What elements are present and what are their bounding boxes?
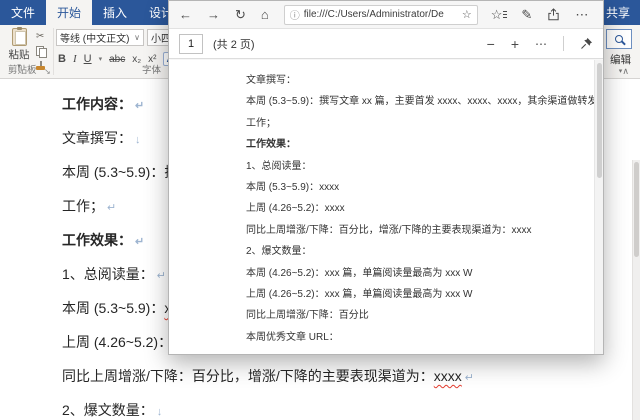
zoom-out-icon[interactable]: − bbox=[487, 37, 495, 51]
page-count-label: (共 2 页) bbox=[213, 38, 255, 51]
pdf-zoom-controls: − + ⋯ bbox=[487, 36, 593, 51]
scrollbar-thumb[interactable] bbox=[596, 63, 602, 178]
pdf-line: 工作效果： bbox=[246, 139, 296, 151]
pdf-line: 文章撰写： bbox=[246, 75, 296, 86]
bold-button[interactable]: B bbox=[58, 53, 66, 65]
paragraph-mark: ↵ bbox=[464, 372, 474, 384]
pdf-line: 同比上周增涨/下降：百分比 bbox=[246, 310, 369, 322]
tab-insert[interactable]: 插入 bbox=[92, 0, 138, 25]
font-name-combobox[interactable]: 等线 (中文正文) ∨ bbox=[56, 29, 144, 46]
group-divider bbox=[53, 28, 54, 75]
paragraph-mark: ↵ bbox=[107, 202, 117, 214]
favorites-hub-button[interactable]: ☆ bbox=[491, 8, 508, 21]
screen: 文件 开始 插入 设计 布局 共享 粘贴 ▾ ✂ 剪贴板 ↘ bbox=[0, 0, 640, 420]
pin-icon bbox=[581, 37, 593, 49]
cut-button[interactable]: ✂ bbox=[36, 30, 44, 42]
clipboard-group-label: 剪贴板 bbox=[8, 65, 37, 76]
address-url: file:///C:/Users/Administrator/De bbox=[303, 9, 444, 20]
hub-star-icon: ☆ bbox=[490, 7, 503, 22]
pdf-line: 2、爆文数量： bbox=[246, 246, 312, 258]
pdf-line: 1 bbox=[169, 348, 603, 354]
pdf-line: 同比上周增涨/下降：百分比，增涨/下降的主要表现渠道为：xxxx bbox=[246, 224, 532, 236]
tab-file[interactable]: 文件 bbox=[0, 0, 46, 25]
clipboard-tools: ✂ bbox=[36, 30, 47, 72]
clipboard-paste-icon bbox=[11, 27, 27, 46]
subscript-button[interactable]: x₂ bbox=[132, 54, 141, 65]
pdf-more-options-icon[interactable]: ⋯ bbox=[535, 38, 547, 50]
paragraph-mark: ↵ bbox=[156, 270, 167, 282]
clipboard-dialog-launcher[interactable]: ↘ bbox=[44, 67, 51, 76]
pdf-line: 上周 (4.26~5.2)：xxxx bbox=[246, 203, 345, 215]
chevron-down-icon: ∨ bbox=[134, 33, 140, 42]
pdf-line: 本周优秀文章 URL： bbox=[246, 331, 339, 343]
toolbar-divider bbox=[563, 36, 564, 51]
share-label: 共享 bbox=[605, 6, 630, 20]
favorite-star-icon[interactable]: ☆ bbox=[462, 8, 472, 21]
copy-icon bbox=[36, 45, 47, 58]
more-options-icon[interactable]: ⋯ bbox=[575, 8, 588, 21]
site-info-icon[interactable]: ⓘ bbox=[290, 7, 300, 22]
pdf-text: 文章撰写： 本周 (5.3~5.9)：撰写文章 xx 篇，主要首发 xxxx、x… bbox=[169, 60, 603, 354]
doc-line: 同比上周增涨/下降：百分比，增涨/下降的主要表现渠道为：xxxx ↵ bbox=[62, 368, 474, 384]
page-number-input[interactable]: 1 bbox=[179, 33, 203, 54]
word-vertical-scrollbar[interactable] bbox=[632, 160, 640, 420]
address-bar[interactable]: ⓘ file:///C:/Users/Administrator/De ☆ bbox=[283, 4, 478, 25]
edge-navigation-bar: ← → ↻ ⌂ ⓘ file:///C:/Users/Administrator… bbox=[169, 1, 603, 29]
doc-line: 2、爆文数量： ↓ bbox=[62, 402, 163, 418]
pin-toolbar-button[interactable] bbox=[580, 37, 593, 50]
strikethrough-button[interactable]: abc bbox=[109, 54, 125, 65]
italic-button[interactable]: I bbox=[73, 53, 77, 65]
zoom-in-icon[interactable]: + bbox=[511, 37, 519, 51]
refresh-icon[interactable]: ↻ bbox=[235, 8, 246, 21]
annotate-pen-icon[interactable]: ✎ bbox=[521, 8, 532, 21]
editing-label: 编辑 bbox=[610, 54, 631, 66]
pdf-line: 本周 (5.3~5.9)：xxxx bbox=[246, 182, 340, 194]
forward-icon[interactable]: → bbox=[207, 8, 220, 21]
font-name-value: 等线 (中文正文) bbox=[60, 34, 130, 45]
share-button[interactable] bbox=[547, 8, 560, 21]
pdf-vertical-scrollbar[interactable] bbox=[594, 60, 603, 354]
pdf-line: 本周 (5.3~5.9)：撰写文章 xx 篇，主要首发 xxxx、xxxx、xx… bbox=[246, 96, 598, 108]
pdf-line: 上周 (4.26~5.2)：xxx 篇，单篇阅读量最高为 xxx W bbox=[246, 289, 473, 301]
scrollbar-thumb[interactable] bbox=[634, 162, 639, 257]
search-icon bbox=[615, 35, 623, 43]
paragraph-mark: ↵ bbox=[135, 100, 145, 112]
pdf-page-content: 文章撰写： 本周 (5.3~5.9)：撰写文章 xx 篇，主要首发 xxxx、x… bbox=[169, 60, 603, 354]
share-icon bbox=[548, 8, 559, 21]
edge-pdf-window: ← → ↻ ⌂ ⓘ file:///C:/Users/Administrator… bbox=[168, 0, 604, 355]
copy-button[interactable] bbox=[36, 45, 47, 58]
underline-dropdown-icon[interactable]: ▾ bbox=[99, 55, 103, 63]
tab-home[interactable]: 开始 bbox=[46, 0, 93, 25]
find-button[interactable] bbox=[606, 29, 632, 49]
paste-label: 粘贴 bbox=[8, 49, 30, 61]
home-icon[interactable]: ⌂ bbox=[261, 8, 269, 21]
collapse-ribbon-button[interactable]: ∧ bbox=[622, 66, 629, 77]
pdf-line: 1、总阅读量： bbox=[246, 160, 312, 172]
back-icon[interactable]: ← bbox=[179, 8, 192, 21]
hub-list-icon bbox=[503, 11, 508, 18]
pdf-toolbar: 1 (共 2 页) − + ⋯ bbox=[169, 29, 603, 59]
font-group-label: 字体 bbox=[142, 65, 162, 76]
underline-button[interactable]: U bbox=[84, 53, 92, 65]
pdf-line: 工作； bbox=[246, 117, 276, 129]
scissors-icon: ✂ bbox=[36, 30, 45, 42]
paragraph-mark: ↓ bbox=[156, 406, 163, 418]
paragraph-mark: ↵ bbox=[135, 236, 145, 248]
paragraph-mark: ↓ bbox=[135, 134, 141, 146]
pdf-line: 本周 (4.26~5.2)：xxx 篇，单篇阅读量最高为 xxx W bbox=[246, 267, 473, 279]
